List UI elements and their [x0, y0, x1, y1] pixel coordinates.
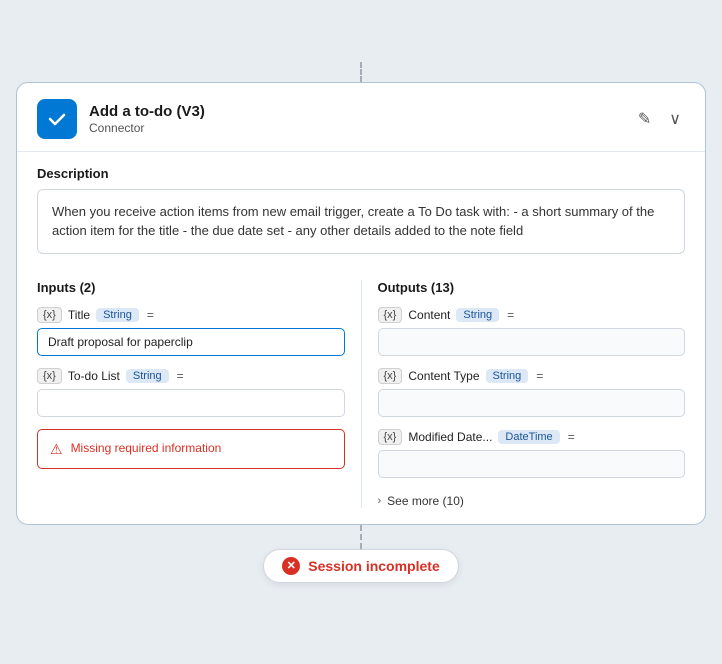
description-box: When you receive action items from new e…	[37, 189, 685, 254]
input-title-label: Title	[68, 308, 90, 322]
panel-divider	[361, 280, 362, 508]
input-field-todolist: {x} To-do List String =	[37, 368, 345, 417]
description-section: Description When you receive action item…	[17, 152, 705, 268]
input-title-label-row: {x} Title String =	[37, 307, 345, 323]
output-modified-date-equals: =	[568, 430, 575, 444]
output-modified-date-label: Modified Date...	[408, 430, 492, 444]
input-todolist-var-badge: {x}	[37, 368, 62, 384]
connector-line-bottom	[360, 525, 362, 549]
output-modified-date-field[interactable]	[378, 450, 686, 478]
edit-icon: ✎	[638, 109, 651, 129]
output-content-label-row: {x} Content String =	[378, 307, 686, 323]
output-content-type-equals: =	[536, 369, 543, 383]
see-more-label: See more (10)	[387, 494, 464, 508]
card-subtitle: Connector	[89, 121, 144, 135]
input-title-field[interactable]	[37, 328, 345, 356]
header-actions: ✎ ∨	[634, 105, 685, 133]
inputs-panel: Inputs (2) {x} Title String = {x} To-	[37, 280, 345, 508]
inputs-heading: Inputs (2)	[37, 280, 345, 295]
output-field-content: {x} Content String =	[378, 307, 686, 356]
card-title: Add a to-do (V3)	[89, 103, 205, 120]
app-icon	[37, 99, 77, 139]
page-wrapper: Add a to-do (V3) Connector ✎ ∨ Descripti…	[0, 42, 722, 623]
io-section: Inputs (2) {x} Title String = {x} To-	[17, 268, 705, 524]
collapse-button[interactable]: ∨	[665, 105, 685, 133]
header-titles: Add a to-do (V3) Connector	[89, 103, 205, 135]
output-content-var-badge: {x}	[378, 307, 403, 323]
input-title-type-badge: String	[96, 308, 139, 322]
chevron-down-icon: ∨	[669, 109, 681, 129]
action-card: Add a to-do (V3) Connector ✎ ∨ Descripti…	[16, 82, 706, 525]
output-content-field[interactable]	[378, 328, 686, 356]
outputs-panel: Outputs (13) {x} Content String = {x}	[378, 280, 686, 508]
output-content-type-label-row: {x} Content Type String =	[378, 368, 686, 384]
description-text: When you receive action items from new e…	[52, 204, 654, 239]
output-content-label: Content	[408, 308, 450, 322]
input-todolist-label-row: {x} To-do List String =	[37, 368, 345, 384]
output-content-type-var-badge: {x}	[378, 368, 403, 384]
edit-button[interactable]: ✎	[634, 105, 655, 133]
checkmark-icon	[46, 108, 68, 130]
session-incomplete-text: Session incomplete	[308, 558, 439, 574]
input-todolist-label: To-do List	[68, 369, 120, 383]
input-todolist-field[interactable]	[37, 389, 345, 417]
output-content-equals: =	[507, 308, 514, 322]
session-error-icon: ✕	[282, 557, 300, 575]
error-box: ⚠ Missing required information	[37, 429, 345, 469]
output-content-type-label: Content Type	[408, 369, 479, 383]
output-field-modified-date: {x} Modified Date... DateTime =	[378, 429, 686, 478]
connector-line-top	[360, 62, 362, 82]
input-todolist-type-badge: String	[126, 369, 169, 383]
session-incomplete-badge: ✕ Session incomplete	[263, 549, 458, 583]
header-left: Add a to-do (V3) Connector	[37, 99, 205, 139]
output-content-type-type-badge: String	[486, 369, 529, 383]
error-message: Missing required information	[71, 440, 222, 457]
outputs-heading: Outputs (13)	[378, 280, 686, 295]
description-heading: Description	[37, 166, 685, 181]
warning-icon: ⚠	[50, 441, 63, 458]
card-header: Add a to-do (V3) Connector ✎ ∨	[17, 83, 705, 152]
output-modified-date-label-row: {x} Modified Date... DateTime =	[378, 429, 686, 445]
output-modified-date-type-badge: DateTime	[498, 430, 559, 444]
output-content-type-badge: String	[456, 308, 499, 322]
input-field-title: {x} Title String =	[37, 307, 345, 356]
input-title-equals: =	[147, 308, 154, 322]
output-content-type-field[interactable]	[378, 389, 686, 417]
chevron-right-icon: ›	[378, 495, 382, 507]
output-field-content-type: {x} Content Type String =	[378, 368, 686, 417]
input-title-var-badge: {x}	[37, 307, 62, 323]
see-more-button[interactable]: › See more (10)	[378, 490, 464, 508]
output-modified-date-var-badge: {x}	[378, 429, 403, 445]
input-todolist-equals: =	[177, 369, 184, 383]
